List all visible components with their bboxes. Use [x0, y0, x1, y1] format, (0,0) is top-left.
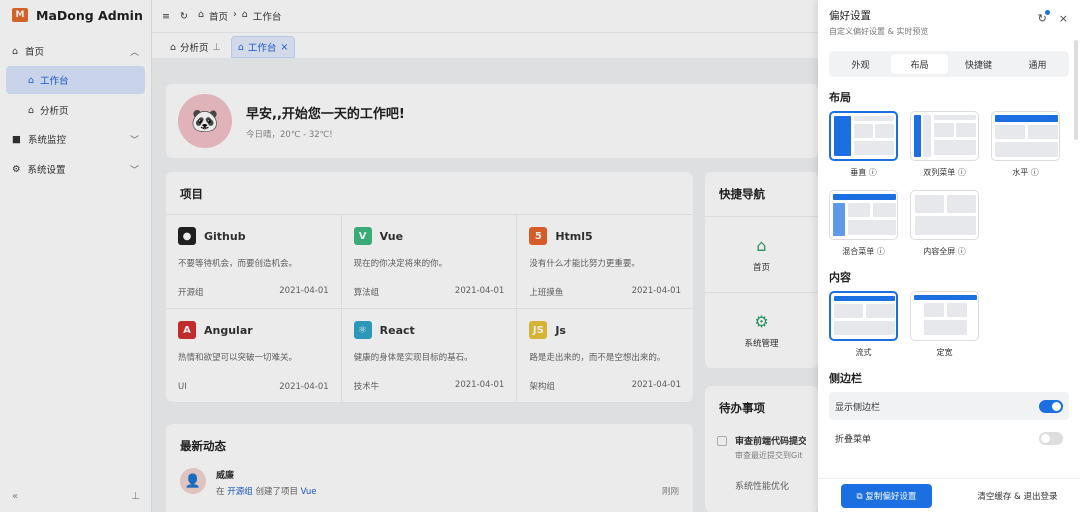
layout-label: 水平 ⓘ [1012, 168, 1039, 177]
notification-dot [1044, 10, 1050, 15]
layout-label: 混合菜单 ⓘ [842, 247, 885, 256]
layout-label: 双列菜单 ⓘ [923, 168, 966, 177]
show-sidebar-row: 显示侧边栏 [829, 392, 1069, 420]
layout-mixed[interactable]: 混合菜单 ⓘ [829, 190, 898, 257]
copy-icon: ⧉ [856, 491, 863, 502]
layout-double-column-preview [910, 111, 979, 161]
panel-header: 偏好设置 自定义偏好设置 & 实时预览 ↻ × [818, 0, 1080, 40]
tab-layout[interactable]: 布局 [891, 54, 948, 74]
layout-vertical-preview [829, 111, 898, 161]
content-fluid-preview [829, 291, 898, 341]
layout-horizontal-preview [991, 111, 1060, 161]
layout-mixed-preview [829, 190, 898, 240]
clear-cache-logout-button[interactable]: 清空缓存 & 退出登录 [977, 490, 1057, 502]
layout-label: 内容全屏 ⓘ [923, 247, 966, 256]
tab-general[interactable]: 通用 [1009, 54, 1066, 74]
layout-fullscreen-preview [910, 190, 979, 240]
content-fixed-preview [910, 291, 979, 341]
content-fixed[interactable]: 定宽 [910, 291, 979, 358]
preferences-panel: 偏好设置 自定义偏好设置 & 实时预览 ↻ × 外观 布局 快捷键 通用 布局 … [818, 0, 1080, 512]
layout-double-column[interactable]: 双列菜单 ⓘ [910, 111, 979, 178]
layout-fullscreen[interactable]: 内容全屏 ⓘ [910, 190, 979, 257]
close-icon[interactable]: × [1059, 12, 1068, 25]
layout-label: 垂直 ⓘ [850, 168, 877, 177]
sidebar-section-title: 侧边栏 [829, 372, 862, 385]
collapse-menu-toggle[interactable] [1039, 431, 1063, 445]
panel-footer: ⧉ 复制偏好设置 清空缓存 & 退出登录 [818, 478, 1080, 512]
collapse-menu-row: 折叠菜单 [818, 424, 1080, 452]
reset-icon[interactable]: ↻ [1038, 10, 1050, 25]
copy-preferences-label: 复制偏好设置 [865, 491, 917, 502]
collapse-menu-label: 折叠菜单 [835, 434, 872, 445]
layout-vertical[interactable]: 垂直 ⓘ [829, 111, 898, 178]
content-fluid[interactable]: 流式 [829, 291, 898, 358]
content-label: 流式 [855, 348, 872, 357]
layout-options: 垂直 ⓘ 双列菜单 ⓘ 水平 ⓘ 混合菜单 ⓘ 内容全屏 ⓘ [818, 111, 1080, 257]
show-sidebar-toggle[interactable] [1039, 399, 1063, 413]
layout-section-title: 布局 [829, 91, 851, 104]
modal-overlay[interactable] [0, 0, 818, 512]
layout-horizontal[interactable]: 水平 ⓘ [991, 111, 1060, 178]
content-options: 流式 定宽 [818, 291, 1080, 358]
panel-title: 偏好设置 [829, 10, 871, 22]
panel-subtitle: 自定义偏好设置 & 实时预览 [829, 27, 929, 36]
preferences-tabs: 外观 布局 快捷键 通用 [829, 51, 1069, 77]
content-label: 定宽 [936, 348, 953, 357]
show-sidebar-label: 显示侧边栏 [835, 402, 881, 413]
tab-shortcuts[interactable]: 快捷键 [950, 54, 1007, 74]
copy-preferences-button[interactable]: ⧉ 复制偏好设置 [840, 483, 933, 508]
tab-appearance[interactable]: 外观 [832, 54, 889, 74]
panel-actions: ↻ × [1038, 10, 1068, 25]
content-section-title: 内容 [829, 271, 851, 284]
panel-scrollbar[interactable] [1074, 40, 1078, 140]
